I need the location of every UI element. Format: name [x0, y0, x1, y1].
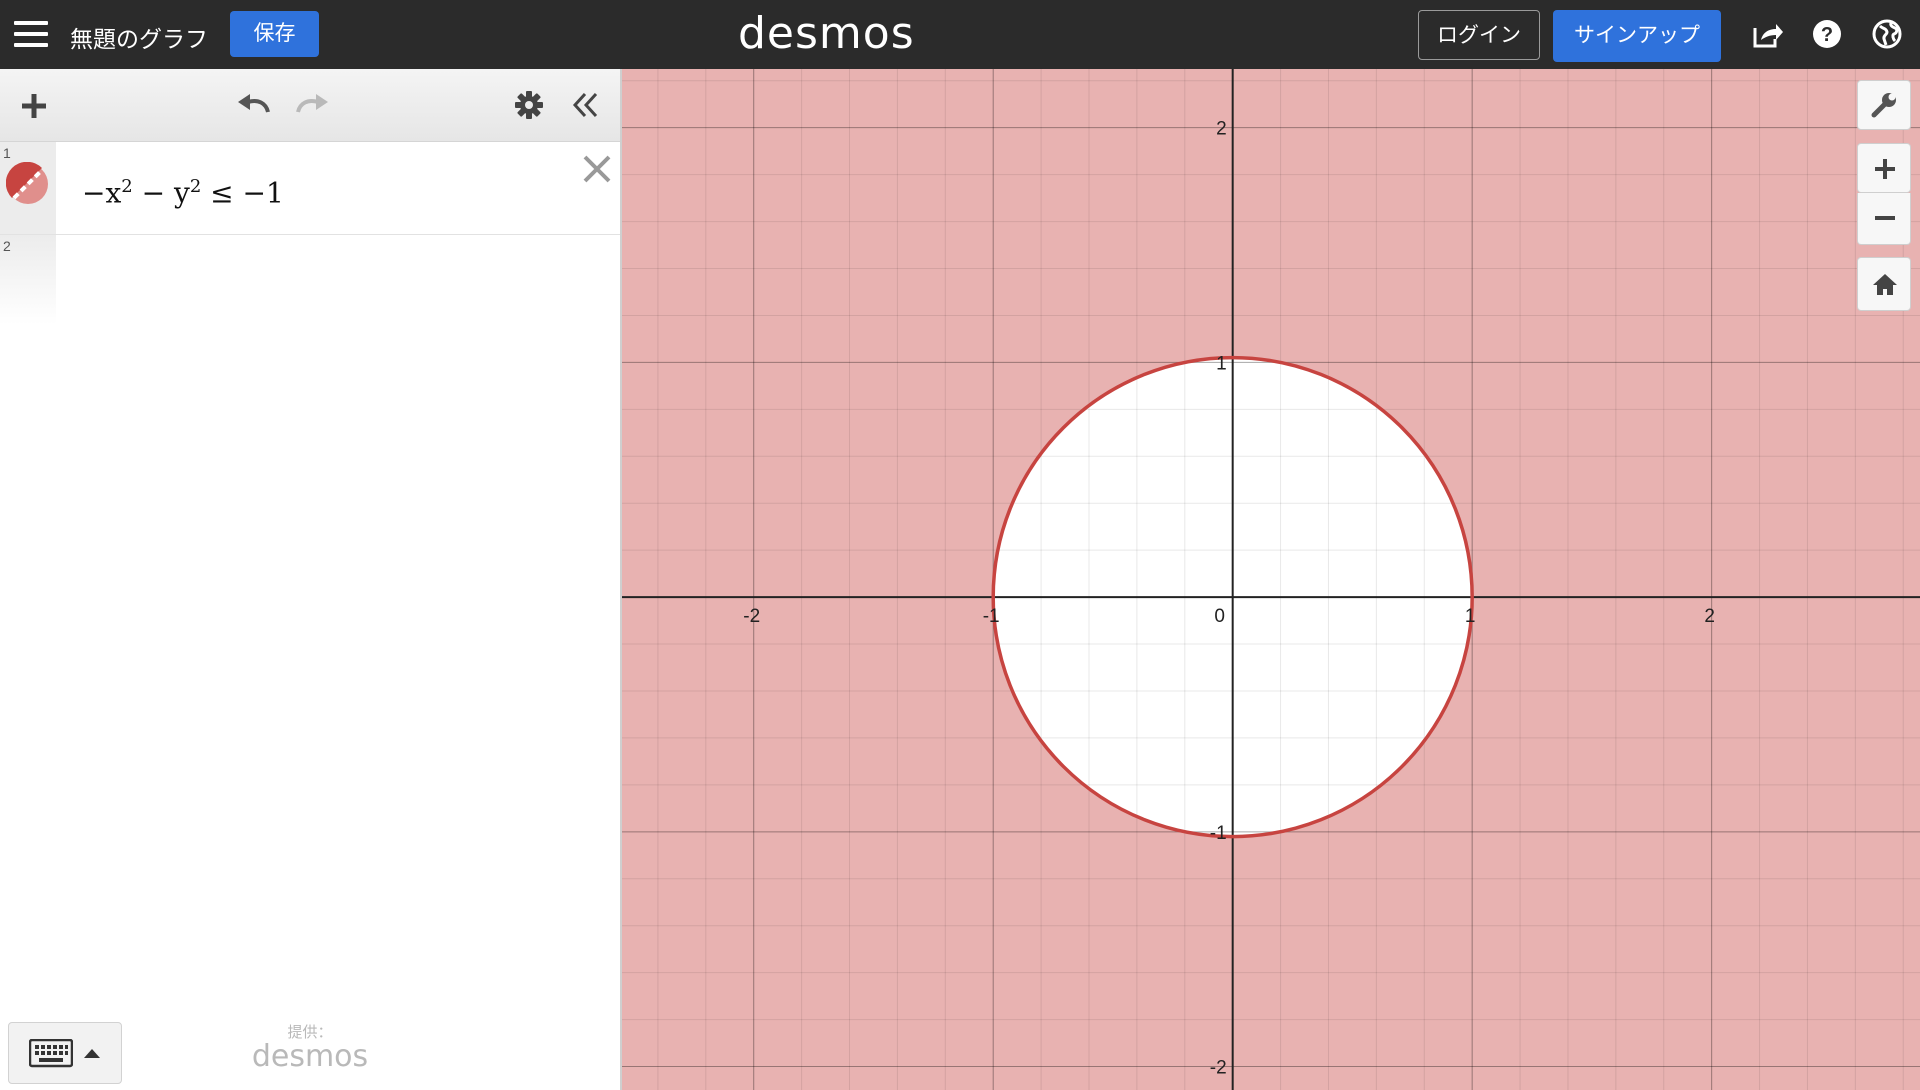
plus-icon — [1875, 159, 1895, 179]
signup-button[interactable]: サインアップ — [1553, 10, 1721, 62]
y-tick-label: 1 — [1216, 353, 1227, 374]
y-tick-label: 2 — [1216, 119, 1227, 140]
undo-icon[interactable] — [236, 90, 272, 118]
expression-toolbar — [0, 69, 620, 142]
graph-title[interactable]: 無題のグラフ — [70, 20, 208, 54]
keyboard-icon — [29, 1039, 73, 1068]
expression-row-1[interactable]: 1 −x2 − y2 ≤ −1 — [0, 142, 620, 235]
expression-gutter: 1 — [0, 142, 56, 234]
help-icon[interactable]: ? — [1811, 18, 1843, 50]
x-tick-label: 1 — [1465, 606, 1476, 627]
globe-icon[interactable] — [1871, 18, 1903, 50]
expression-panel: 1 −x2 − y2 ≤ −1 2 提供： desmos — [0, 69, 622, 1090]
expression-gutter: 2 — [0, 235, 56, 325]
x-tick-label: 0 — [1214, 606, 1225, 627]
login-button[interactable]: ログイン — [1418, 10, 1540, 60]
save-button[interactable]: 保存 — [230, 11, 319, 57]
delete-expression-icon[interactable] — [580, 152, 614, 186]
home-view-button[interactable] — [1857, 257, 1911, 311]
svg-text:?: ? — [1821, 24, 1833, 46]
x-tick-label: 2 — [1704, 606, 1715, 627]
menu-icon[interactable] — [14, 18, 48, 48]
math-part: − y — [132, 176, 190, 210]
expression-math[interactable]: −x2 − y2 ≤ −1 — [82, 176, 284, 209]
home-icon — [1873, 274, 1897, 295]
math-part: −x — [82, 176, 122, 210]
zoom-in-button[interactable] — [1857, 143, 1911, 193]
x-tick-label: -1 — [983, 606, 1000, 627]
add-icon[interactable] — [20, 92, 48, 120]
caret-up-icon — [84, 1049, 100, 1058]
expression-row-2[interactable]: 2 — [0, 235, 620, 325]
powered-by[interactable]: 提供： desmos — [250, 1021, 370, 1072]
math-exponent: 2 — [121, 176, 133, 197]
x-tick-label: -2 — [743, 606, 760, 627]
top-bar: 無題のグラフ 保存 desmos ログイン サインアップ ? — [0, 0, 1920, 69]
graph-settings-button[interactable] — [1857, 80, 1911, 130]
y-tick-label: -1 — [1210, 823, 1227, 844]
graph-canvas[interactable]: -2 -1 0 1 2 2 1 -1 -2 — [622, 69, 1920, 1090]
collapse-panel-icon[interactable] — [572, 91, 600, 119]
wrench-icon — [1871, 93, 1896, 118]
expression-index: 2 — [3, 238, 11, 254]
minus-icon — [1875, 216, 1895, 220]
math-exponent: 2 — [189, 176, 202, 197]
keyboard-toggle-button[interactable] — [8, 1022, 122, 1084]
expression-index: 1 — [3, 145, 11, 161]
zoom-out-button[interactable] — [1857, 193, 1911, 245]
redo-icon[interactable] — [294, 90, 330, 118]
math-part: ≤ −1 — [201, 176, 284, 210]
share-icon[interactable] — [1751, 18, 1783, 50]
graph-color-toggle-icon[interactable] — [6, 162, 50, 206]
settings-gear-icon[interactable] — [515, 91, 543, 119]
powered-by-logo: desmos — [251, 1039, 369, 1074]
y-tick-label: -2 — [1210, 1058, 1227, 1079]
desmos-logo: desmos — [738, 8, 915, 59]
